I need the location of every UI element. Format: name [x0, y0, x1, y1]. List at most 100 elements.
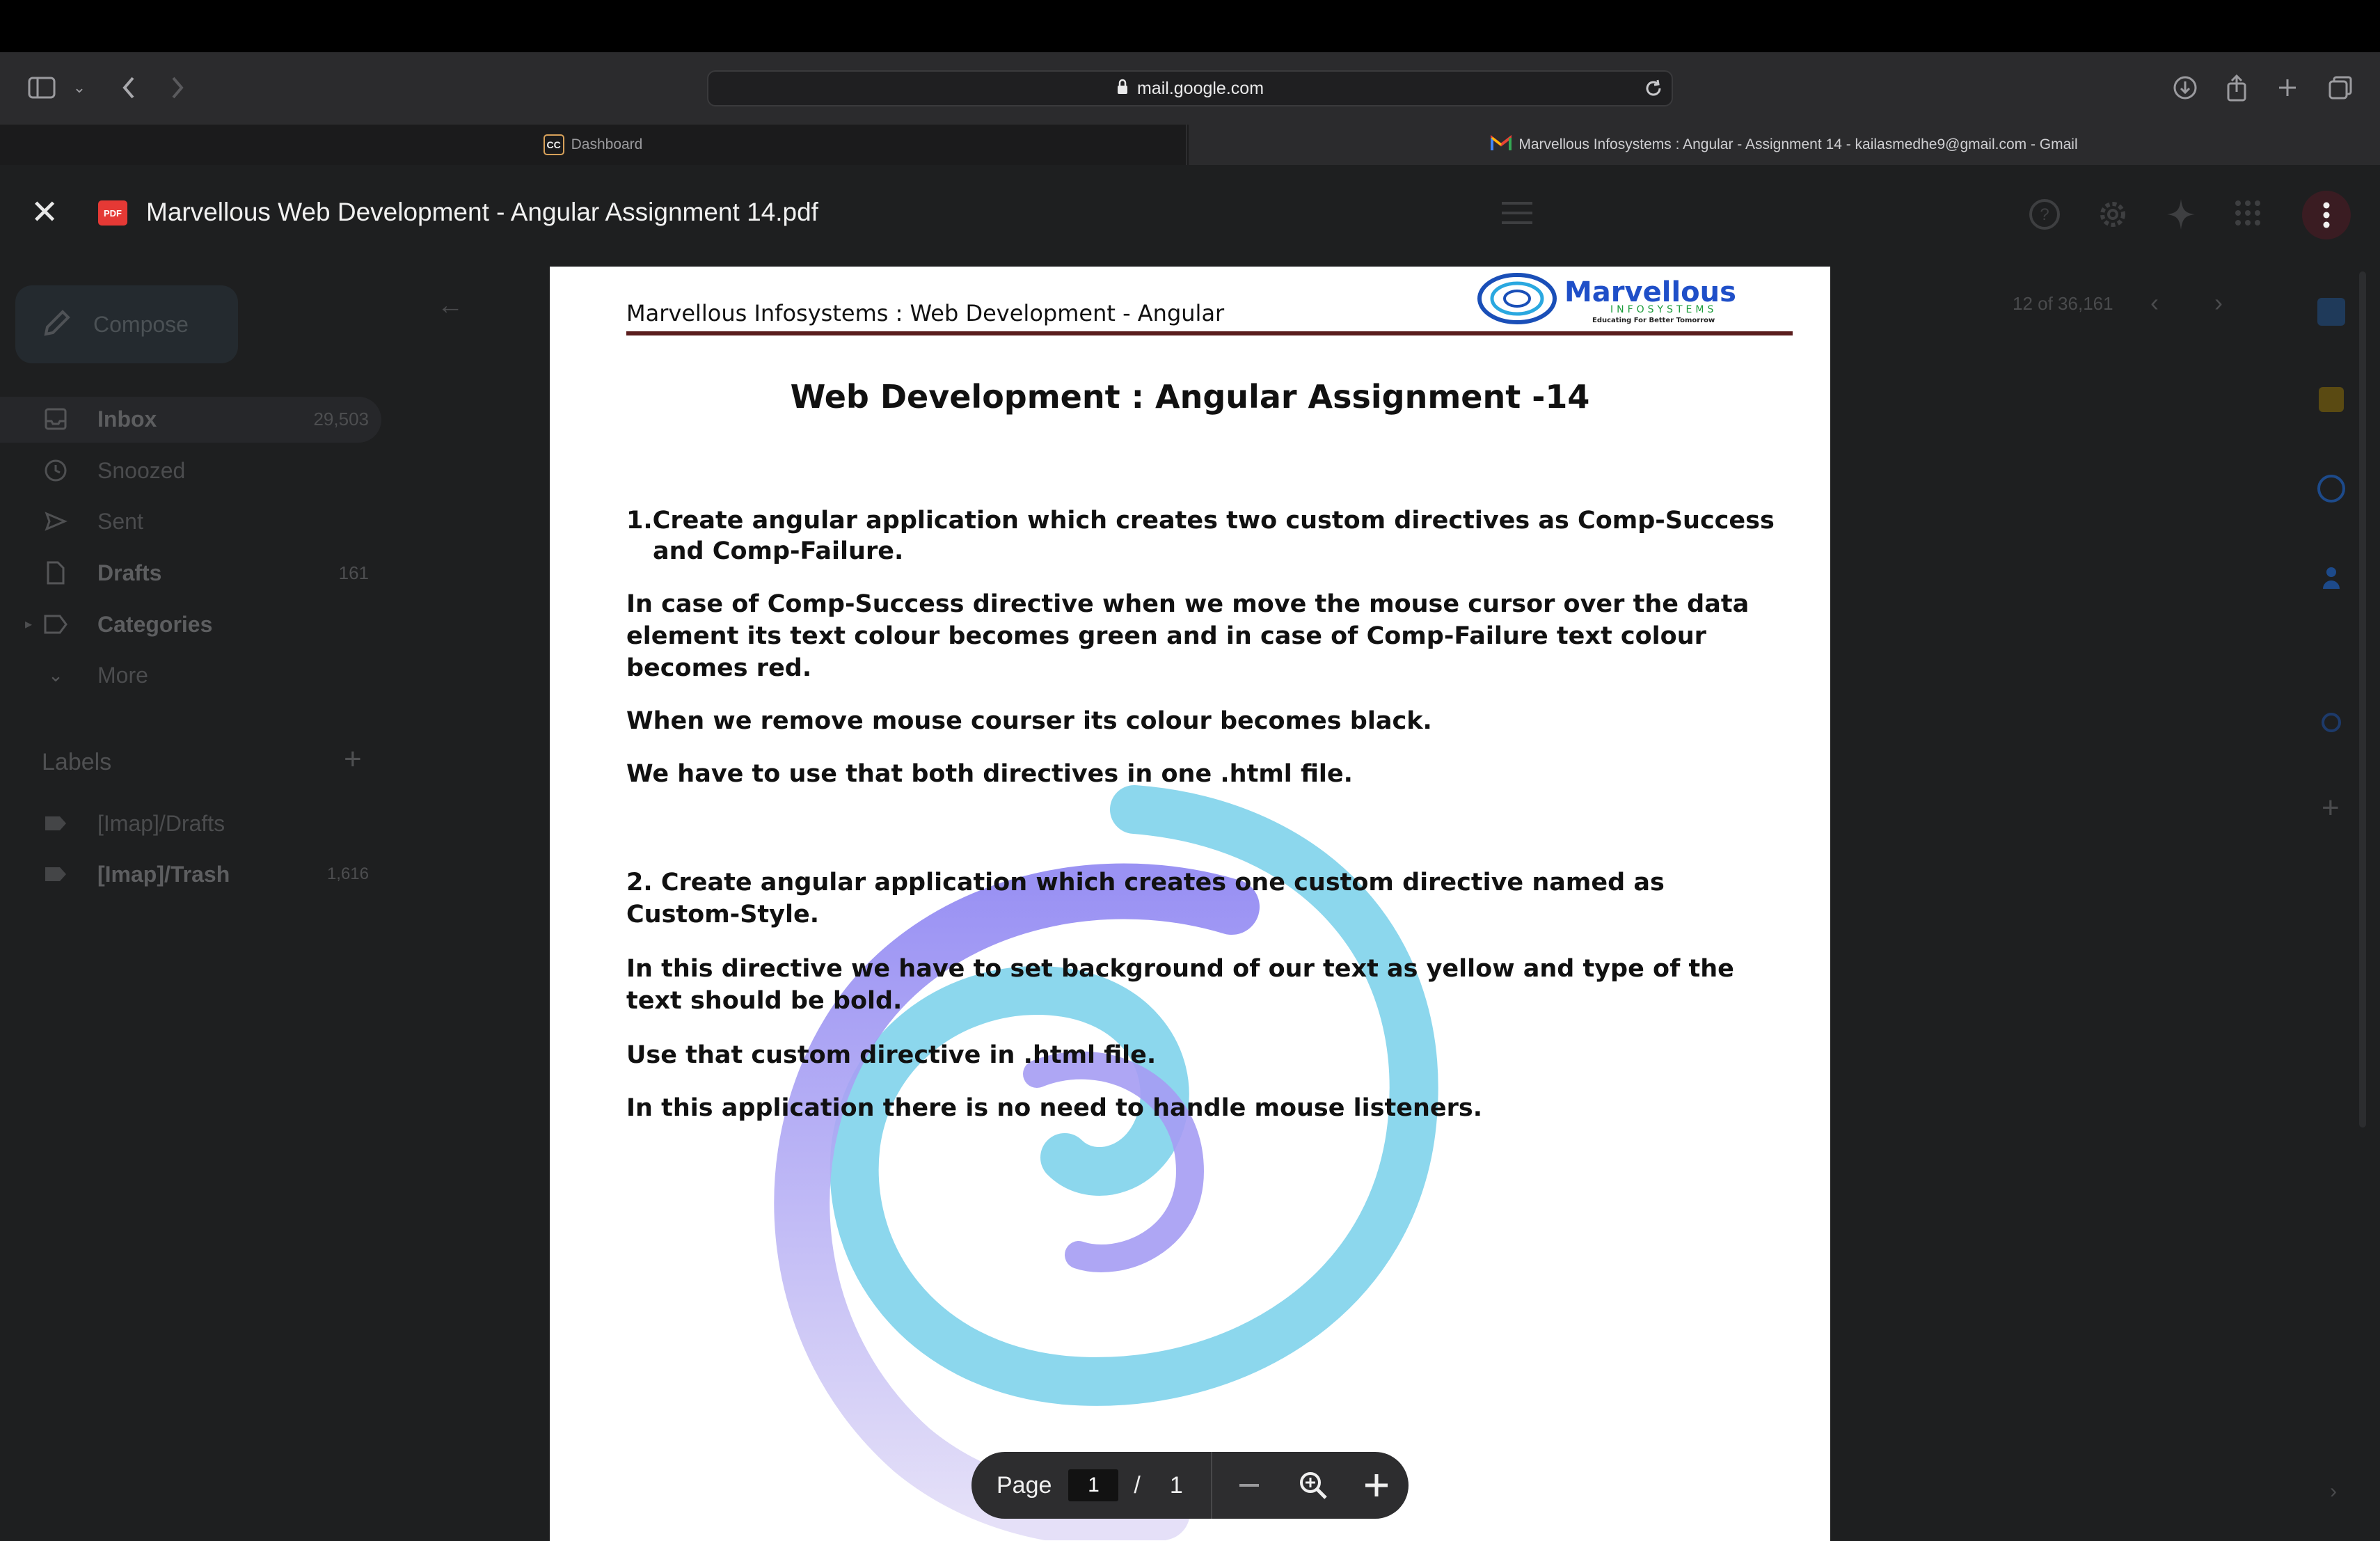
nav-label: Inbox [97, 406, 157, 432]
reload-icon[interactable] [1633, 68, 1674, 109]
logo-subtext: INFOSYSTEMS [1610, 304, 1717, 315]
q1-line1: 1.Create angular application which creat… [626, 507, 1775, 535]
chevron-down-icon[interactable]: ⌄ [58, 67, 100, 109]
pdf-file-name: Marvellous Web Development - Angular Ass… [146, 198, 818, 226]
compose-button[interactable]: Compose [15, 285, 238, 363]
header-rule [626, 331, 1793, 335]
forward-icon[interactable] [157, 67, 198, 109]
divider [1210, 1452, 1212, 1519]
plus-icon [1365, 1474, 1388, 1496]
close-viewer-icon[interactable]: ✕ [31, 196, 58, 230]
gemini-sparkle-icon[interactable] [2166, 198, 2196, 235]
next-email-icon[interactable]: › [2214, 288, 2223, 317]
tag-icon [42, 809, 70, 837]
tab-gmail[interactable]: Marvellous Infosystems : Angular - Assig… [1189, 125, 2380, 165]
tab-dashboard[interactable]: CC Dashboard [0, 125, 1187, 165]
nav-item-more[interactable]: ⌄ More [42, 661, 148, 689]
expand-arrow-icon[interactable]: ▸ [25, 615, 32, 633]
back-icon[interactable] [108, 67, 150, 109]
tab-label: Dashboard [571, 136, 643, 152]
logo-tagline: Educating For Better Tomorrow [1592, 317, 1715, 324]
compose-label: Compose [93, 311, 189, 337]
q1-paragraph-4: We have to use that both directives in o… [626, 760, 1353, 788]
label-count: 1,616 [326, 864, 369, 883]
nav-count: 161 [338, 562, 369, 583]
prev-email-icon[interactable]: ‹ [2150, 288, 2159, 317]
label-item-imap-trash[interactable]: [Imap]/Trash 1,616 [42, 860, 369, 888]
add-label-icon[interactable]: + [344, 742, 362, 777]
dashboard-favicon-icon: CC [543, 134, 564, 155]
nav-item-snoozed[interactable]: Snoozed [42, 457, 185, 484]
q2-paragraph-3: Use that custom directive in .html file. [626, 1041, 1157, 1069]
address-bar[interactable]: mail.google.com [707, 70, 1673, 106]
nav-label: Drafts [97, 560, 162, 585]
nav-label: Categories [97, 611, 213, 637]
document-title: Web Development : Angular Assignment -14 [790, 378, 1590, 416]
gmail-icon [1491, 134, 1512, 155]
chevron-down-icon: ⌄ [48, 664, 63, 686]
total-pages: 1 [1169, 1471, 1183, 1499]
nav-label: Snoozed [97, 457, 186, 483]
more-options-button[interactable] [2302, 191, 2351, 239]
url-text: mail.google.com [1136, 78, 1264, 98]
label-item-imap-drafts[interactable]: [Imap]/Drafts [42, 809, 225, 837]
q1-line2: and Comp-Failure. [653, 537, 904, 565]
nav-label: More [97, 662, 148, 688]
settings-gear-icon[interactable] [2096, 198, 2129, 235]
send-icon [42, 507, 70, 535]
q2-paragraph-2: In this directive we have to set backgro… [626, 955, 1734, 1015]
label-name: [Imap]/Drafts [97, 810, 225, 836]
filter-icon[interactable] [1500, 198, 1534, 232]
zoom-in-button[interactable] [1345, 1472, 1409, 1499]
tasks-icon[interactable] [2317, 475, 2345, 503]
q1-paragraph-3: When we remove mouse courser its colour … [626, 707, 1432, 735]
keep-icon[interactable] [2319, 387, 2344, 412]
zoom-reset-button[interactable] [1281, 1470, 1344, 1501]
new-tab-icon[interactable] [2267, 67, 2308, 109]
pdf-page: Marvellous Infosystems : Web Development… [550, 267, 1830, 1541]
nav-item-drafts[interactable]: Drafts 161 [42, 559, 369, 587]
tag-icon [42, 860, 70, 888]
share-icon[interactable] [2216, 67, 2258, 109]
inbox-icon [42, 405, 70, 433]
add-addon-icon[interactable]: + [2322, 791, 2340, 825]
tab-label: Marvellous Infosystems : Angular - Assig… [1518, 136, 2078, 152]
scrollbar[interactable] [2359, 271, 2366, 1128]
q1-paragraph-2: In case of Comp-Success directive when w… [626, 590, 1750, 682]
download-icon[interactable] [2164, 67, 2206, 109]
svg-text:?: ? [2040, 205, 2049, 224]
labels-heading: Labels [42, 749, 112, 775]
page-number-input[interactable] [1068, 1469, 1119, 1501]
nav-item-inbox[interactable]: Inbox 29,503 [42, 405, 369, 433]
apps-grid-icon[interactable] [2234, 199, 2262, 230]
label-icon [42, 610, 70, 638]
q2-paragraph-4: In this application there is no need to … [626, 1094, 1483, 1122]
draft-icon [42, 559, 70, 587]
zoom-icon [1299, 1472, 1327, 1499]
help-icon[interactable]: ? [2028, 198, 2061, 235]
page-header-text: Marvellous Infosystems : Web Development… [626, 300, 1225, 326]
page-controls: Page / 1 [971, 1452, 1409, 1519]
tab-overview-icon[interactable] [2319, 67, 2361, 109]
pagination-text: 12 of 36,161 [2013, 293, 2113, 314]
contacts-icon[interactable] [2322, 564, 2341, 592]
clock-icon [42, 457, 70, 484]
pdf-file-icon: PDF [98, 200, 127, 226]
label-name: [Imap]/Trash [97, 861, 230, 887]
back-arrow-icon[interactable]: ← [437, 291, 463, 321]
nav-item-sent[interactable]: Sent [42, 507, 143, 535]
page-separator: / [1134, 1471, 1141, 1499]
calendar-icon[interactable] [2317, 298, 2345, 326]
minus-icon [1239, 1484, 1260, 1487]
nav-item-categories[interactable]: Categories [42, 610, 212, 638]
zoom-out-button[interactable] [1218, 1473, 1281, 1498]
nav-label: Sent [97, 508, 143, 534]
more-vert-icon [2323, 202, 2330, 228]
meet-icon[interactable] [2320, 709, 2342, 736]
side-expand-icon[interactable]: › [2330, 1480, 2337, 1503]
lock-icon [1116, 79, 1129, 99]
pencil-icon [42, 308, 72, 342]
sidebar-toggle-icon[interactable] [21, 67, 63, 109]
marvellous-logo: Marvellous INFOSYSTEMS Educating For Bet… [1477, 271, 1783, 326]
nav-count: 29,503 [313, 408, 369, 429]
